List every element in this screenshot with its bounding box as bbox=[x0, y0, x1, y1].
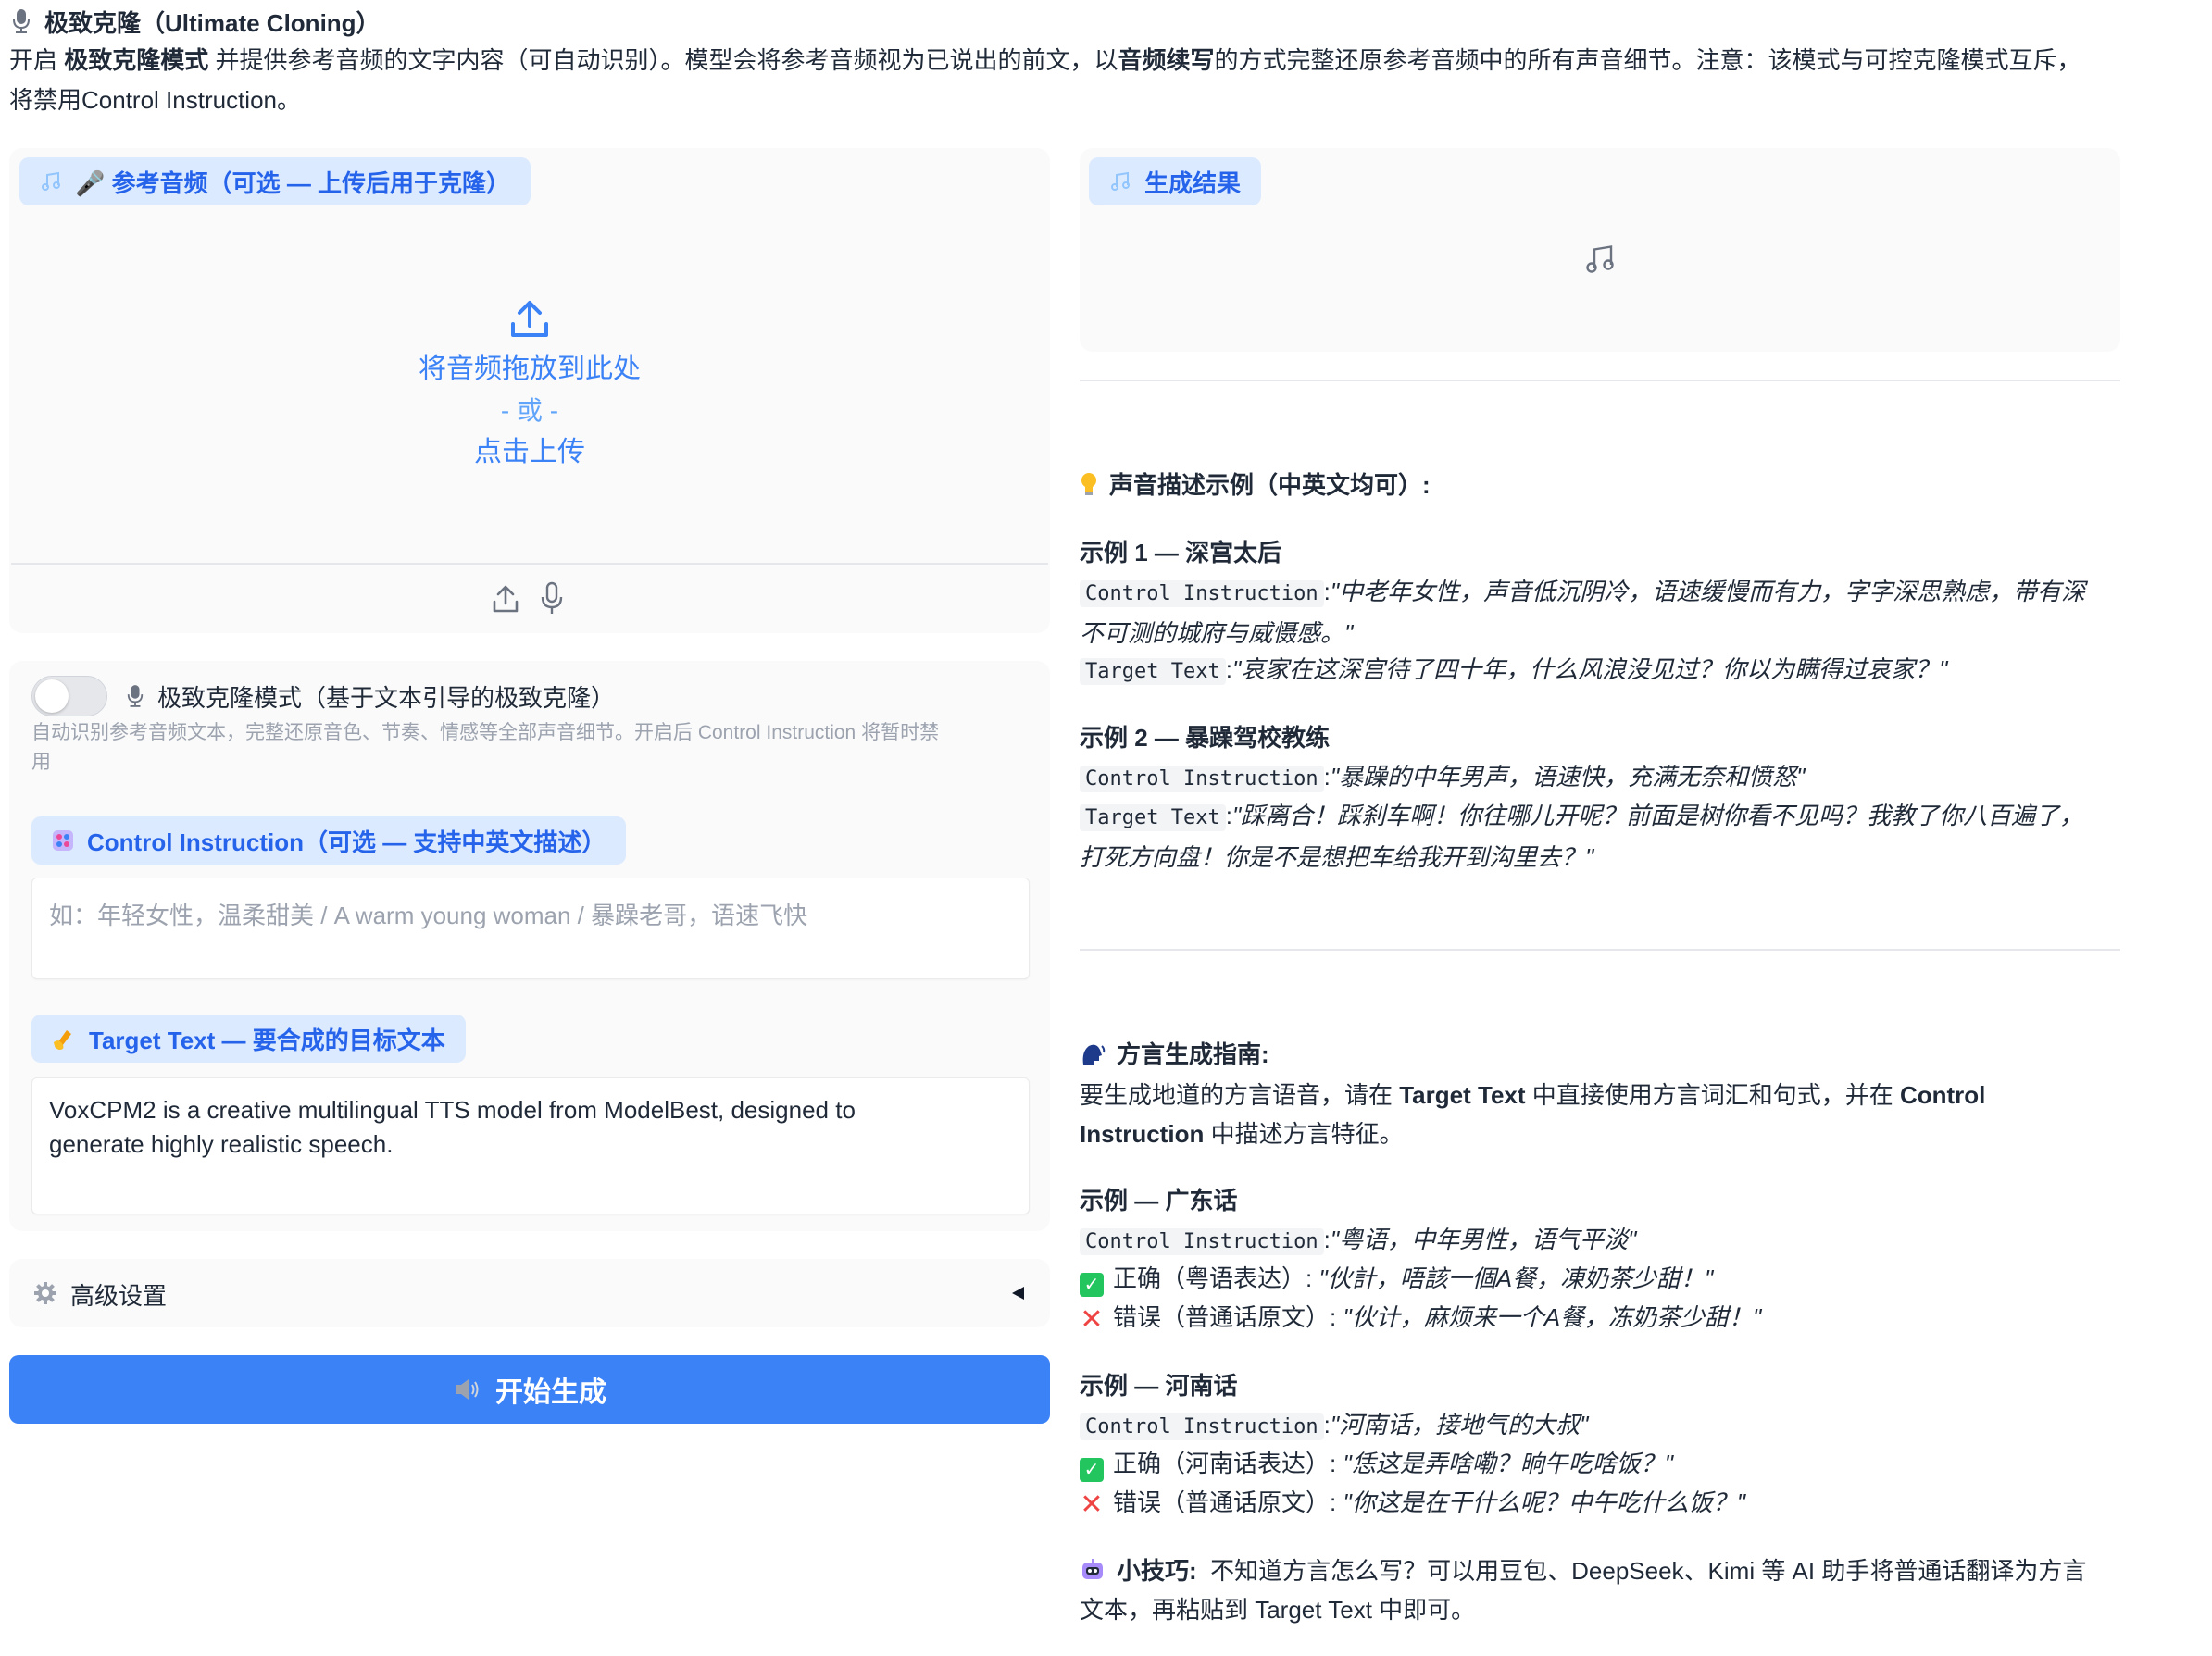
dialect-heading: 方言生成指南: bbox=[1080, 1035, 1269, 1074]
advanced-settings-accordion[interactable]: 高级设置 bbox=[9, 1259, 1050, 1327]
cross-mark-icon: ✕ bbox=[1080, 1489, 1104, 1520]
speaking-head-icon bbox=[1080, 1040, 1106, 1066]
cantonese-wrong: ✕ 错误（普通话原文）: "伙计，麻烦来一个A餐，冻奶茶少甜！" bbox=[1080, 1298, 2120, 1339]
or-text: - 或 - bbox=[500, 396, 559, 425]
speaker-icon bbox=[453, 1376, 481, 1402]
cross-mark-icon: ✕ bbox=[1080, 1304, 1104, 1335]
click-upload-text: 点击上传 bbox=[474, 437, 585, 467]
dialect-tip: 小技巧: 不知道方言怎么写？可以用豆包、DeepSeek、Kimi 等 AI 助… bbox=[1080, 1557, 2087, 1624]
target-text-input-box[interactable]: VoxCPM2 is a creative multilingual TTS m… bbox=[31, 1077, 1030, 1214]
advanced-settings-label: 高级设置 bbox=[70, 1282, 168, 1310]
record-microphone-button[interactable] bbox=[539, 581, 565, 616]
lightbulb-icon bbox=[1080, 471, 1098, 497]
robot-icon bbox=[1080, 1557, 1106, 1583]
empty-audio-placeholder-icon bbox=[1583, 243, 1617, 276]
henan-control-instruction: Control Instruction:"河南话，接地气的大叔" bbox=[1080, 1405, 2120, 1447]
cantonese-control-instruction: Control Instruction:"粤语，中年男性，语气平淡" bbox=[1080, 1220, 2120, 1262]
examples-heading: 声音描述示例（中英文均可）: bbox=[1080, 466, 1431, 504]
henan-correct: ✓ 正确（河南话表达）: "恁这是弄啥嘞？晌午吃啥饭？" bbox=[1080, 1444, 2120, 1483]
upload-icon bbox=[508, 298, 551, 341]
example-2-control-instruction: Control Instruction:"暴躁的中年男声，语速快，充满无奈和愤怒… bbox=[1080, 757, 2120, 799]
toggle-knob bbox=[35, 679, 69, 713]
control-instruction-label: Control Instruction（可选 — 支持中英文描述） bbox=[31, 816, 627, 865]
collapse-triangle-icon bbox=[1009, 1285, 1026, 1301]
audio-card-divider bbox=[11, 563, 1048, 565]
check-mark-icon: ✓ bbox=[1080, 1458, 1104, 1482]
cantonese-correct: ✓ 正确（粤语表达）: "伙計，唔該一個A餐，凍奶茶少甜！" bbox=[1080, 1259, 2120, 1298]
page-title: 极致克隆（Ultimate Cloning） bbox=[44, 8, 381, 37]
check-mark-icon: ✓ bbox=[1080, 1273, 1104, 1297]
target-text-value: VoxCPM2 is a creative multilingual TTS m… bbox=[49, 1096, 856, 1158]
example-1-title: 示例 1 — 深宫太后 bbox=[1080, 539, 1282, 567]
cantonese-title: 示例 — 广东话 bbox=[1080, 1187, 1238, 1214]
ultimate-mode-help: 自动识别参考音频文本，完整还原音色、节奏、情感等全部声音细节。开启后 Contr… bbox=[31, 722, 940, 773]
writing-hand-icon bbox=[52, 1027, 76, 1051]
upload-button[interactable] bbox=[491, 583, 520, 615]
ultimate-mode-label: 极致克隆模式（基于文本引导的极致克隆） bbox=[157, 683, 616, 712]
section-divider bbox=[1080, 380, 2120, 381]
gear-icon bbox=[33, 1281, 57, 1305]
microphone-icon bbox=[11, 8, 31, 34]
music-note-icon bbox=[1109, 170, 1131, 193]
henan-title: 示例 — 河南话 bbox=[1080, 1372, 1238, 1400]
control-instruction-input-box[interactable]: 如：年轻女性，温柔甜美 / A warm young woman / 暴躁老哥，… bbox=[31, 878, 1030, 979]
result-label: 生成结果 bbox=[1089, 157, 1262, 205]
control-instruction-placeholder: 如：年轻女性，温柔甜美 / A warm young woman / 暴躁老哥，… bbox=[49, 902, 808, 929]
music-note-icon bbox=[40, 170, 62, 193]
example-1-control-instruction: Control Instruction:"中老年女性，声音低沉阴冷，语速缓慢而有… bbox=[1080, 578, 2086, 647]
ultimate-mode-label-row: 极致克隆模式（基于文本引导的极致克隆） bbox=[126, 678, 615, 715]
generate-button-label: 开始生成 bbox=[495, 1377, 606, 1408]
drop-text: 将音频拖放到此处 bbox=[419, 354, 641, 384]
microphone-icon bbox=[126, 684, 144, 708]
ultimate-mode-toggle[interactable] bbox=[31, 676, 107, 716]
page-description: 开启 极致克隆模式 并提供参考音频的文字内容（可自动识别）。模型会将参考音频视为… bbox=[9, 46, 2081, 114]
control-knobs-icon bbox=[52, 829, 74, 852]
dialect-intro: 要生成地道的方言语音，请在 Target Text 中直接使用方言词汇和句式，并… bbox=[1080, 1081, 1986, 1148]
target-text-label: Target Text — 要合成的目标文本 bbox=[31, 1015, 466, 1063]
henan-wrong: ✕ 错误（普通话原文）: "你这是在干什么呢？中午吃什么饭？" bbox=[1080, 1483, 2120, 1525]
generate-button[interactable]: 开始生成 bbox=[9, 1355, 1050, 1424]
example-1-target-text: Target Text:"哀家在这深宫待了四十年，什么风浪没见过？你以为瞒得过哀… bbox=[1080, 650, 2120, 691]
section-divider bbox=[1080, 949, 2120, 951]
reference-audio-label: 🎤 参考音频（可选 — 上传后用于克隆） bbox=[19, 157, 531, 205]
header-title-row: 极致克隆（Ultimate Cloning） bbox=[11, 4, 381, 39]
audio-dropzone[interactable]: 将音频拖放到此处 - 或 - 点击上传 bbox=[11, 211, 1048, 561]
example-2-title: 示例 2 — 暴躁驾校教练 bbox=[1080, 724, 1331, 752]
example-2-target-text: Target Text:"踩离合！踩刹车啊！你往哪儿开呢？前面是树你看不见吗？我… bbox=[1080, 802, 2084, 871]
